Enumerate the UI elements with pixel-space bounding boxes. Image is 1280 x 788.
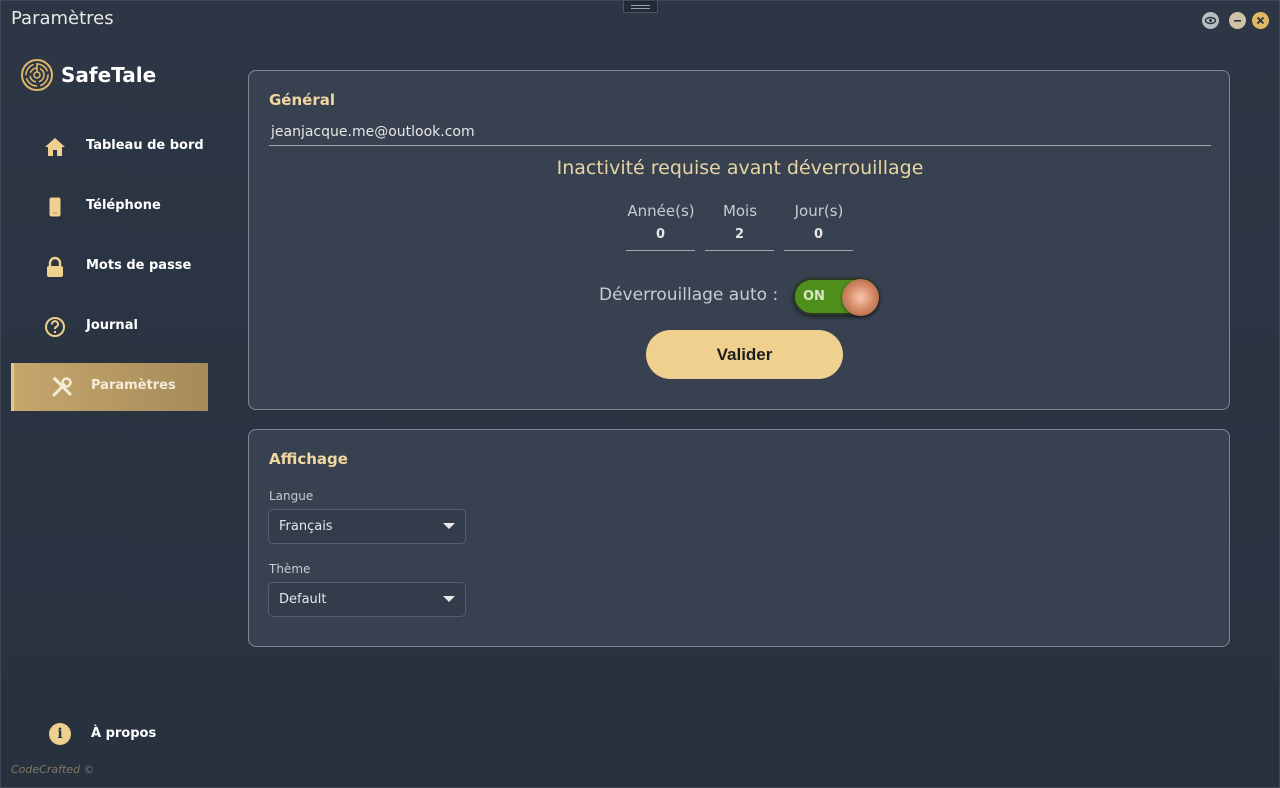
theme-select[interactable]: Default xyxy=(268,582,466,617)
phone-icon xyxy=(44,196,66,218)
chevron-down-icon xyxy=(443,523,455,529)
sidebar-item-passwords[interactable]: Mots de passe xyxy=(11,243,208,291)
sidebar-item-label: Mots de passe xyxy=(86,258,192,273)
minus-icon xyxy=(1234,20,1241,22)
question-icon xyxy=(44,316,66,338)
display-card: Affichage Langue Français Thème Default xyxy=(248,429,1230,647)
title-bar: Paramètres xyxy=(1,1,1280,37)
info-icon[interactable]: i xyxy=(49,723,71,745)
language-label: Langue xyxy=(269,489,314,503)
validate-button[interactable]: Valider xyxy=(646,330,843,379)
lock-icon xyxy=(44,256,66,278)
about-link[interactable]: À propos xyxy=(91,726,156,741)
window-title: Paramètres xyxy=(11,8,114,29)
auto-unlock-toggle[interactable]: ON xyxy=(793,278,879,316)
sidebar-item-label: Paramètres xyxy=(91,378,176,393)
home-icon xyxy=(44,136,66,158)
theme-toggle-button[interactable] xyxy=(1202,12,1219,29)
general-card: Général jeanjacque.me@outlook.com Inacti… xyxy=(248,70,1230,410)
days-label: Jour(s) xyxy=(794,202,844,220)
language-value: Français xyxy=(279,519,333,534)
theme-value: Default xyxy=(279,592,327,607)
toggle-knob xyxy=(842,279,879,316)
auto-unlock-label: Déverrouillage auto : xyxy=(599,285,779,305)
email-field[interactable]: jeanjacque.me@outlook.com xyxy=(269,124,1211,146)
brand-name: SafeTale xyxy=(61,63,157,87)
years-input[interactable]: 0 xyxy=(626,227,695,251)
sidebar-item-journal[interactable]: Journal xyxy=(11,303,208,351)
language-select[interactable]: Français xyxy=(268,509,466,544)
years-label: Année(s) xyxy=(627,202,695,220)
inactivity-title: Inactivité requise avant déverrouillage xyxy=(556,157,924,179)
safetale-logo xyxy=(21,59,53,91)
sidebar-item-label: Téléphone xyxy=(86,198,161,213)
theme-label: Thème xyxy=(269,562,311,576)
toggle-state-text: ON xyxy=(803,289,825,304)
minimize-button[interactable] xyxy=(1229,12,1246,29)
close-button[interactable] xyxy=(1252,12,1269,29)
sidebar-item-label: Tableau de bord xyxy=(86,138,204,153)
general-title: Général xyxy=(269,91,335,109)
app-window: Paramètres SafeTale Tableau de bord Télé… xyxy=(0,0,1280,788)
sidebar-item-dashboard[interactable]: Tableau de bord xyxy=(11,123,208,171)
close-icon xyxy=(1256,16,1265,25)
sidebar-item-label: Journal xyxy=(86,318,138,333)
drag-handle[interactable] xyxy=(623,1,658,13)
copyright-text: CodeCrafted © xyxy=(11,763,95,776)
sidebar-item-settings[interactable]: Paramètres xyxy=(11,363,208,411)
eye-icon xyxy=(1204,16,1217,25)
days-input[interactable]: 0 xyxy=(784,227,853,251)
chevron-down-icon xyxy=(443,596,455,602)
sidebar-item-phone[interactable]: Téléphone xyxy=(11,183,208,231)
months-input[interactable]: 2 xyxy=(705,227,774,251)
display-title: Affichage xyxy=(269,450,348,468)
tools-icon xyxy=(51,376,73,398)
months-label: Mois xyxy=(722,202,758,220)
